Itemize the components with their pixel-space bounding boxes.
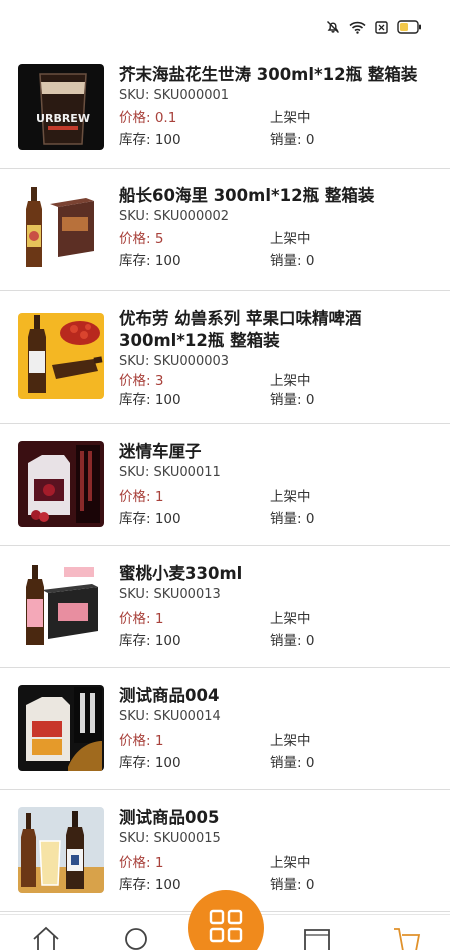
product-card[interactable]: 迷情车厘子 SKU: SKU00011 价格: 1 上架中 库存: 100 销量… <box>0 424 450 546</box>
product-name: 迷情车厘子 <box>119 442 202 461</box>
product-name: 测试商品004 <box>119 686 220 705</box>
no-sim-icon <box>375 20 388 34</box>
battery-icon <box>397 20 422 34</box>
product-image[interactable] <box>18 441 104 527</box>
product-stock: 库存: 100 <box>119 253 181 269</box>
product-image[interactable] <box>18 563 104 649</box>
status-bar <box>0 0 450 52</box>
product-sku: SKU: SKU000002 <box>119 209 230 224</box>
product-sales: 销量: 0 <box>270 633 315 649</box>
product-stock: 库存: 100 <box>119 132 181 148</box>
product-status: 上架中 <box>270 611 311 627</box>
product-sales: 销量: 0 <box>270 253 315 269</box>
product-sku: SKU: SKU00015 <box>119 831 221 846</box>
product-card[interactable]: 优布劳 幼兽系列 苹果口味精啤酒 300ml*12瓶 整箱装 SKU: SKU0… <box>0 291 450 424</box>
home-icon[interactable] <box>32 925 60 950</box>
product-sales: 销量: 0 <box>270 755 315 771</box>
product-sales: 销量: 0 <box>270 877 315 893</box>
product-image[interactable] <box>18 313 104 399</box>
product-sku: SKU: SKU000001 <box>119 88 230 103</box>
product-name: 优布劳 幼兽系列 苹果口味精啤酒 300ml*12瓶 整箱装 <box>119 309 362 350</box>
product-card[interactable]: 测试商品004 SKU: SKU00014 价格: 1 上架中 库存: 100 … <box>0 668 450 790</box>
product-status: 上架中 <box>270 231 311 247</box>
product-name: 蜜桃小麦330ml <box>119 564 243 583</box>
search-icon[interactable] <box>123 925 151 950</box>
product-sku: SKU: SKU00013 <box>119 587 221 602</box>
product-stock: 库存: 100 <box>119 755 181 771</box>
status-icons <box>326 20 422 34</box>
product-price: 价格: 1 <box>119 489 164 505</box>
product-stock: 库存: 100 <box>119 877 181 893</box>
product-image[interactable] <box>18 807 104 893</box>
product-price: 价格: 1 <box>119 855 164 871</box>
product-status: 上架中 <box>270 733 311 749</box>
product-price: 价格: 1 <box>119 733 164 749</box>
product-sales: 销量: 0 <box>270 392 315 408</box>
product-sku: SKU: SKU00014 <box>119 709 221 724</box>
product-image[interactable]: URBREW <box>18 64 104 150</box>
product-status: 上架中 <box>270 110 311 126</box>
svg-text:URBREW: URBREW <box>36 112 90 125</box>
product-stock: 库存: 100 <box>119 511 181 527</box>
product-sku: SKU: SKU00011 <box>119 465 221 480</box>
product-status: 上架中 <box>270 855 311 871</box>
product-image[interactable] <box>18 685 104 771</box>
product-name: 船长60海里 300ml*12瓶 整箱装 <box>119 186 375 205</box>
cart-icon[interactable] <box>393 925 421 950</box>
product-card[interactable]: URBREW 芥末海盐花生世涛 300ml*12瓶 整箱装 SKU: SKU00… <box>0 52 450 169</box>
mute-bell-icon <box>326 20 340 34</box>
product-sku: SKU: SKU000003 <box>119 354 230 369</box>
product-card[interactable]: 船长60海里 300ml*12瓶 整箱装 SKU: SKU000002 价格: … <box>0 169 450 291</box>
product-price: 价格: 1 <box>119 611 164 627</box>
product-list: URBREW 芥末海盐花生世涛 300ml*12瓶 整箱装 SKU: SKU00… <box>0 52 450 912</box>
product-price: 价格: 5 <box>119 231 164 247</box>
product-name: 芥末海盐花生世涛 300ml*12瓶 整箱装 <box>119 65 418 84</box>
product-status: 上架中 <box>270 489 311 505</box>
product-stock: 库存: 100 <box>119 633 181 649</box>
product-stock: 库存: 100 <box>119 392 181 408</box>
product-sales: 销量: 0 <box>270 511 315 527</box>
wifi-icon <box>349 21 366 34</box>
product-price: 价格: 0.1 <box>119 110 177 126</box>
apps-grid-icon <box>208 908 244 948</box>
product-card[interactable]: 蜜桃小麦330ml SKU: SKU00013 价格: 1 上架中 库存: 10… <box>0 546 450 668</box>
message-icon[interactable] <box>303 925 331 950</box>
product-image[interactable] <box>18 185 104 271</box>
product-name: 测试商品005 <box>119 808 220 827</box>
product-sales: 销量: 0 <box>270 132 315 148</box>
